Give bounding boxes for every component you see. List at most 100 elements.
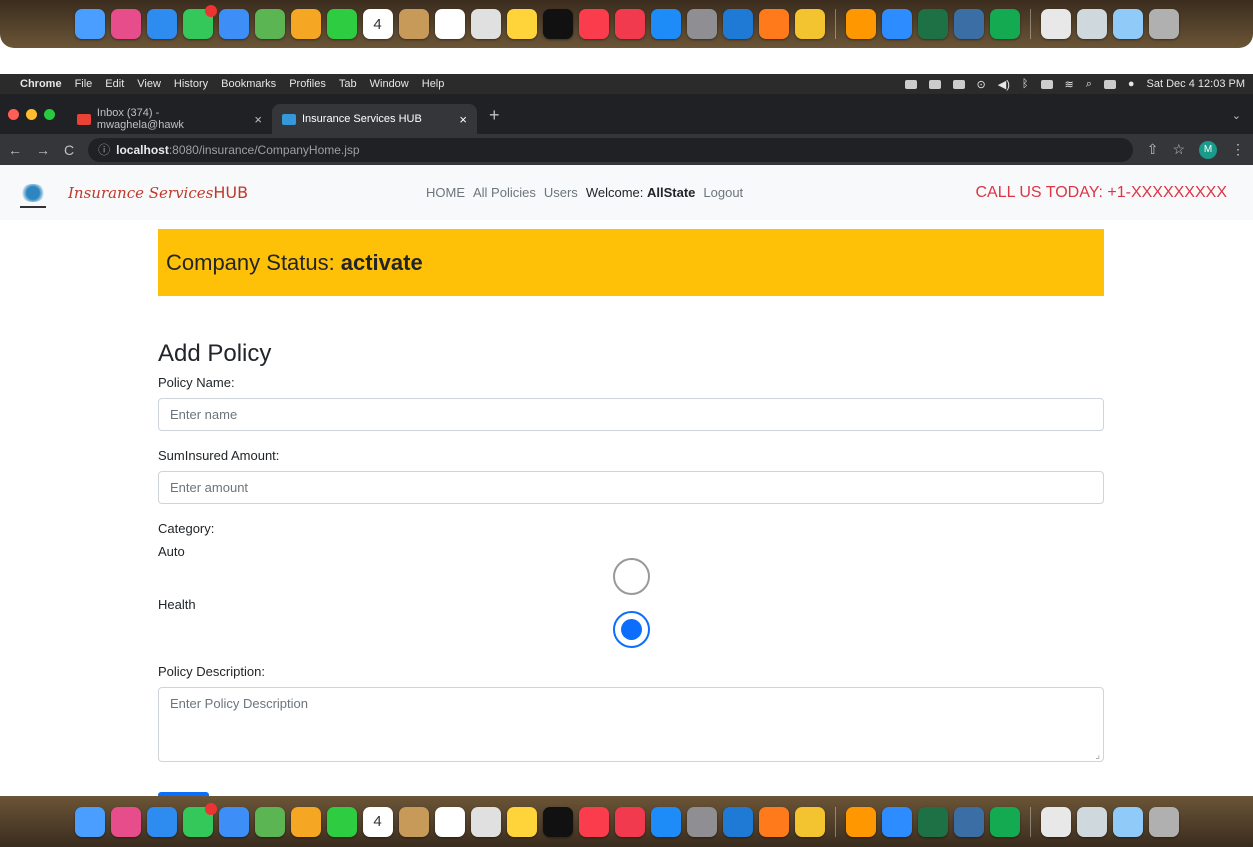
messages-icon[interactable] [182, 5, 217, 39]
news-icon[interactable] [614, 9, 645, 39]
battery-icon[interactable] [1040, 79, 1053, 89]
safari-icon[interactable] [146, 9, 177, 39]
facetime-icon[interactable] [326, 806, 357, 837]
chrome-icon[interactable] [794, 806, 825, 837]
contacts-icon[interactable] [398, 806, 429, 837]
zoom-icon[interactable] [881, 9, 912, 39]
mail-icon[interactable] [218, 9, 249, 39]
menu-view[interactable]: View [137, 78, 161, 90]
appletv-icon[interactable] [542, 9, 573, 39]
nav-all-policies-link[interactable]: All Policies [473, 185, 536, 200]
screenshot-icon[interactable] [470, 806, 501, 837]
firefox-icon[interactable] [758, 806, 789, 837]
menu-profiles[interactable]: Profiles [289, 78, 326, 90]
close-tab-icon[interactable]: × [459, 112, 467, 127]
rocket-status-icon[interactable] [928, 79, 941, 89]
minimize-window-button[interactable] [26, 109, 37, 120]
new-tab-icon[interactable]: + [489, 105, 500, 126]
policy-name-input[interactable]: Enter name [158, 398, 1104, 431]
nav-home-link[interactable]: HOME [426, 185, 465, 200]
tab-search-chevron-icon[interactable]: ⌄ [1232, 109, 1241, 122]
notes-icon[interactable] [506, 806, 537, 837]
folder-icon[interactable] [1076, 806, 1107, 837]
mail-icon[interactable] [218, 806, 249, 837]
bookmark-star-icon[interactable]: ☆ [1172, 141, 1185, 158]
bluetooth-icon[interactable]: ᛒ [1022, 78, 1029, 90]
vscode-icon[interactable] [722, 806, 753, 837]
launchpad-icon[interactable] [110, 9, 141, 39]
menu-bookmarks[interactable]: Bookmarks [221, 78, 276, 90]
settings-icon[interactable] [686, 9, 717, 39]
music-icon[interactable] [578, 806, 609, 837]
menu-file[interactable]: File [75, 78, 93, 90]
appletv-icon[interactable] [542, 806, 573, 837]
facetime-icon[interactable] [326, 9, 357, 39]
contacts-icon[interactable] [398, 9, 429, 39]
vscode-icon[interactable] [722, 9, 753, 39]
appstore-icon[interactable] [650, 9, 681, 39]
zoom-icon[interactable] [881, 806, 912, 837]
category-health-radio[interactable] [613, 611, 650, 648]
menu-history[interactable]: History [174, 78, 208, 90]
mysql-workbench-icon[interactable] [953, 806, 984, 837]
camera-status-icon[interactable] [904, 79, 917, 89]
zoom-window-button[interactable] [44, 109, 55, 120]
calendar-icon[interactable]: 4 [362, 806, 393, 837]
finder-icon[interactable] [74, 9, 105, 39]
excel-icon[interactable] [917, 9, 948, 39]
share-icon[interactable]: ⇧ [1147, 141, 1159, 158]
more-menu-icon[interactable]: ⋮ [1231, 141, 1245, 158]
launchpad-icon[interactable] [110, 806, 141, 837]
profile-avatar[interactable]: M [1199, 140, 1217, 159]
reminders-icon[interactable] [434, 9, 465, 39]
forward-arrow-icon[interactable]: → [36, 142, 50, 158]
menu-help[interactable]: Help [422, 78, 445, 90]
menu-window[interactable]: Window [370, 78, 409, 90]
mongodb-icon[interactable] [989, 9, 1020, 39]
nav-logout-link[interactable]: Logout [703, 185, 743, 200]
network-status-icon[interactable] [952, 79, 965, 89]
spotlight-search-icon[interactable]: ⌕ [1086, 78, 1092, 91]
finder-icon[interactable] [74, 806, 105, 837]
tab-gmail[interactable]: Inbox (374) - mwaghela@hawk × [67, 104, 272, 134]
settings-icon[interactable] [686, 806, 717, 837]
address-bar[interactable]: ⓘ localhost:8080/insurance/CompanyHome.j… [88, 137, 1133, 162]
safari-icon[interactable] [146, 806, 177, 837]
menu-edit[interactable]: Edit [105, 78, 124, 90]
sum-insured-input[interactable]: Enter amount [158, 471, 1104, 504]
sublime-icon[interactable] [845, 9, 876, 39]
preview-icon[interactable] [1040, 806, 1071, 837]
trash-icon[interactable] [1148, 9, 1179, 39]
play-status-icon[interactable]: ⊙ [977, 78, 986, 91]
category-auto-radio[interactable] [613, 558, 650, 595]
chrome-icon[interactable] [794, 9, 825, 39]
nav-users-link[interactable]: Users [544, 185, 578, 200]
photos-icon[interactable] [290, 806, 321, 837]
excel-icon[interactable] [917, 806, 948, 837]
reload-icon[interactable]: C [64, 142, 74, 158]
photos-icon[interactable] [290, 9, 321, 39]
maps-icon[interactable] [254, 806, 285, 837]
preview-icon[interactable] [1040, 9, 1071, 39]
close-tab-icon[interactable]: × [254, 112, 262, 127]
trash-icon[interactable] [1148, 806, 1179, 837]
mongodb-icon[interactable] [989, 806, 1020, 837]
music-icon[interactable] [578, 9, 609, 39]
control-center-icon[interactable] [1103, 79, 1116, 89]
sublime-icon[interactable] [845, 806, 876, 837]
close-window-button[interactable] [8, 109, 19, 120]
folder-icon[interactable] [1076, 9, 1107, 39]
news-icon[interactable] [614, 806, 645, 837]
company-logo-icon[interactable] [20, 183, 46, 208]
volume-icon[interactable]: ◀) [998, 78, 1010, 91]
info-icon[interactable]: ⓘ [98, 141, 110, 158]
window-icon[interactable] [1112, 806, 1143, 837]
tab-insurance-hub[interactable]: Insurance Services HUB × [272, 104, 477, 134]
wifi-icon[interactable]: ≋ [1065, 78, 1074, 91]
window-icon[interactable] [1112, 9, 1143, 39]
menu-datetime[interactable]: Sat Dec 4 12:03 PM [1147, 78, 1245, 90]
calendar-icon[interactable]: 4 [362, 9, 393, 39]
policy-description-textarea[interactable]: Enter Policy Description [158, 687, 1104, 762]
screenshot-icon[interactable] [470, 9, 501, 39]
maps-icon[interactable] [254, 9, 285, 39]
